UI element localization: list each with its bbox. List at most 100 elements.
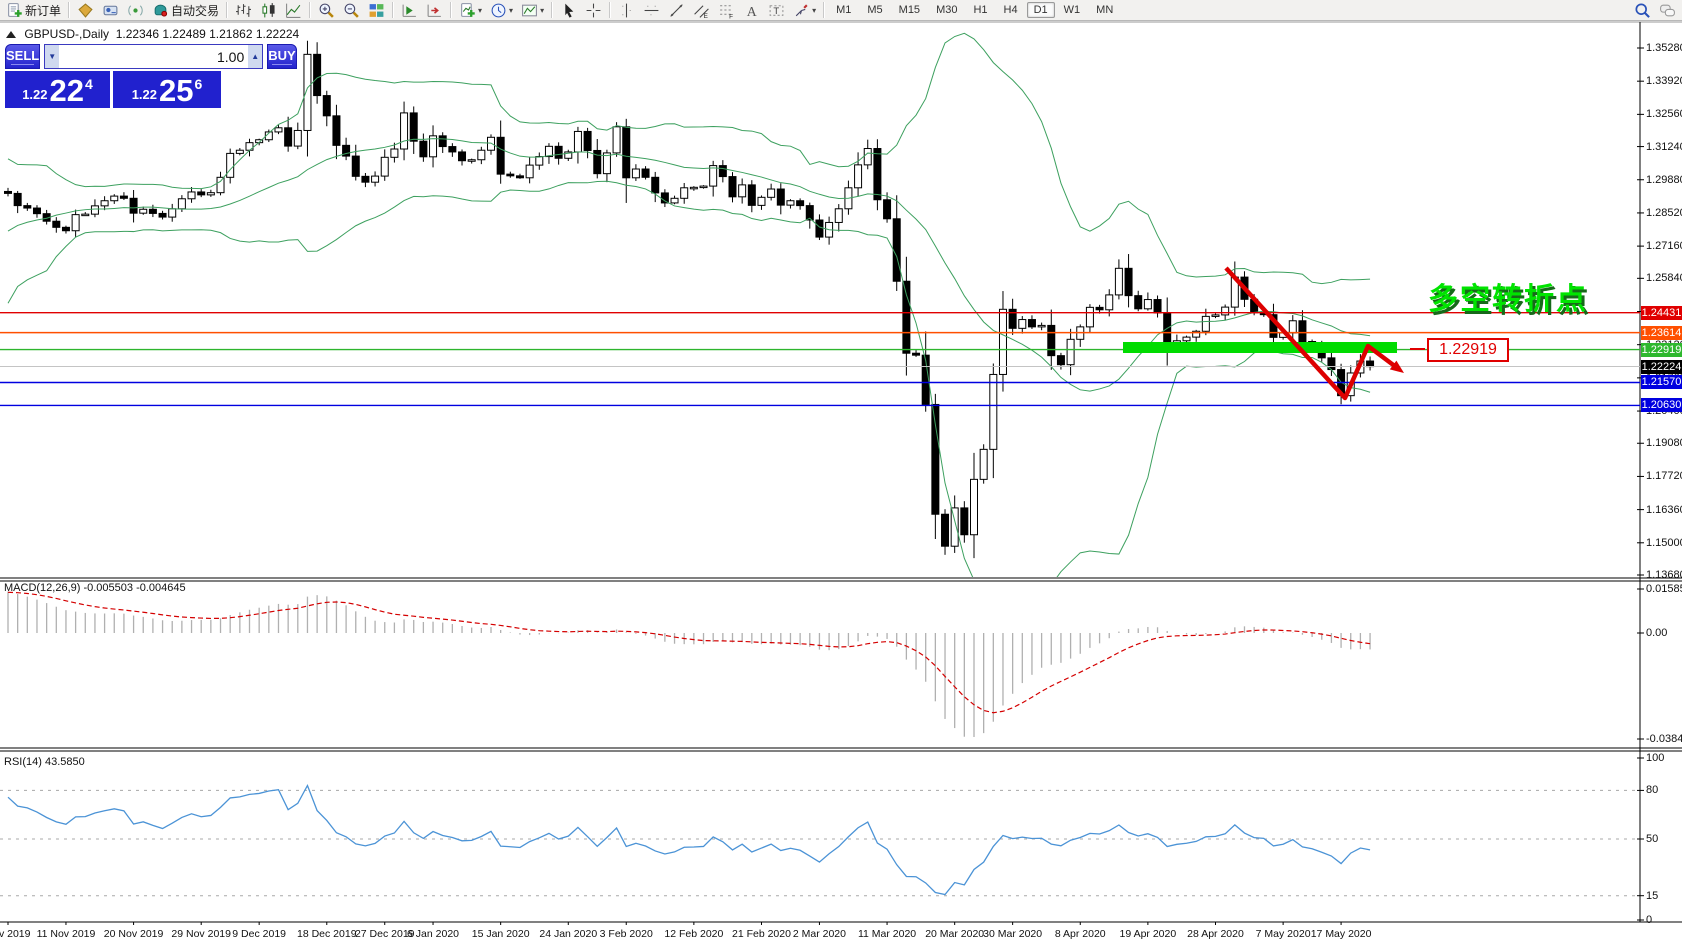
- svg-text:E: E: [704, 12, 708, 18]
- auto-scroll-button[interactable]: [397, 0, 422, 21]
- timeframe-button-m1[interactable]: M1: [829, 2, 858, 18]
- macd-axis-label: 0.015858: [1646, 583, 1682, 595]
- timeframe-button-w1[interactable]: W1: [1057, 2, 1088, 18]
- timeframe-button-m30[interactable]: M30: [929, 2, 964, 18]
- date-tick-label: 2 Mar 2020: [792, 928, 846, 940]
- dropdown-caret-icon[interactable]: ▾: [478, 6, 482, 15]
- bar-chart-button[interactable]: [231, 0, 256, 21]
- new-order-button-label: 新订单: [25, 3, 62, 18]
- cursor-button[interactable]: [556, 0, 581, 21]
- vertical-line-button[interactable]: [614, 0, 639, 21]
- zoom-in-button[interactable]: [314, 0, 339, 21]
- text-icon: A: [743, 2, 760, 19]
- date-tick-label: 11 Nov 2019: [36, 928, 96, 940]
- tile-windows-icon: [368, 2, 385, 19]
- arrows-button[interactable]: ▾: [789, 0, 820, 21]
- main-price-pane: [4, 32, 1375, 577]
- price-chart-canvas[interactable]: [0, 0, 1682, 945]
- community-button[interactable]: [1655, 0, 1680, 21]
- text-button[interactable]: A: [739, 0, 764, 21]
- line-chart-button[interactable]: [281, 0, 306, 21]
- chart-profile-button[interactable]: ▾: [517, 0, 548, 21]
- line-chart-icon: [285, 2, 302, 19]
- sell-button[interactable]: SELL: [5, 44, 41, 69]
- date-tick-label: 18 Dec 2019: [296, 928, 357, 940]
- autotrading-button-label: 自动交易: [171, 3, 220, 18]
- rsi-axis-label: 15: [1646, 889, 1659, 902]
- toolbar-separator: [309, 2, 312, 18]
- price-tick-label: 1.29880: [1646, 173, 1682, 186]
- date-tick-label: Nov 2019: [0, 928, 31, 940]
- mt4-terminal-window: 新订单 自动交易 ▾ ▾ ▾ E F A T ▾ M1 M5 M15 M30 H1 H4 D1 W1 MN GBPU…: [0, 0, 1682, 945]
- price-tick-label: 1.17720: [1646, 470, 1682, 483]
- buy-price-display[interactable]: 1.22 25 6: [113, 71, 221, 108]
- new-order-button[interactable]: 新订单: [2, 0, 65, 21]
- search-button[interactable]: [1630, 0, 1655, 21]
- dropdown-caret-icon[interactable]: ▾: [509, 6, 513, 15]
- vline-icon: [618, 2, 635, 19]
- collapse-panel-icon[interactable]: [6, 31, 16, 38]
- price-line-label: 1.22224: [1641, 359, 1682, 374]
- date-tick-label: 20 Mar 2020: [925, 928, 985, 940]
- date-tick-label: 8 Apr 2020: [1054, 928, 1106, 940]
- volume-increase-button[interactable]: ▲: [248, 45, 263, 68]
- equidistant-channel-button[interactable]: E: [689, 0, 714, 21]
- toolbar-separator: [392, 2, 395, 18]
- period-selector-button[interactable]: ▾: [486, 0, 517, 21]
- fibonacci-button[interactable]: F: [714, 0, 739, 21]
- buy-button[interactable]: BUY: [267, 44, 297, 69]
- timeframe-button-h4[interactable]: H4: [997, 2, 1025, 18]
- price-tick-label: 1.27160: [1646, 240, 1682, 253]
- toolbar-separator: [450, 2, 453, 18]
- date-tick-label: 28 Apr 2020: [1187, 928, 1244, 940]
- autotrading-button[interactable]: 自动交易: [148, 0, 223, 21]
- terminal-icon: [102, 2, 119, 19]
- trendline-button[interactable]: [664, 0, 689, 21]
- rsi-axis-label: 50: [1646, 833, 1659, 845]
- toolbar-separator: [551, 2, 554, 18]
- dropdown-caret-icon[interactable]: ▾: [812, 6, 816, 15]
- symbol-name: GBPUSD-,Daily: [24, 27, 110, 41]
- date-tick-label: 24 Jan 2020: [539, 928, 598, 940]
- cursor-icon: [560, 2, 577, 19]
- timeframe-button-mn[interactable]: MN: [1089, 2, 1120, 18]
- candlestick-chart-button[interactable]: [256, 0, 281, 21]
- date-tick-label: 27 Dec 2019: [354, 928, 415, 940]
- timeframe-button-m5[interactable]: M5: [860, 2, 889, 18]
- date-tick-label: 6 Jan 2020: [407, 928, 460, 940]
- volume-decrease-button[interactable]: ▼: [45, 45, 60, 68]
- macd-indicator-label: MACD(12,26,9) -0.005503 -0.004645: [4, 582, 186, 594]
- timeframe-button-d1[interactable]: D1: [1026, 2, 1055, 18]
- market-watch-button[interactable]: [73, 0, 98, 21]
- new-chart-button[interactable]: ▾: [455, 0, 486, 21]
- chart-shift-button[interactable]: [422, 0, 447, 21]
- price-tick-label: 1.16360: [1646, 503, 1682, 516]
- fibo-icon: F: [718, 2, 735, 19]
- crosshair-button[interactable]: [581, 0, 606, 21]
- timeframe-button-h1[interactable]: H1: [966, 2, 994, 18]
- timeframe-button-m15[interactable]: M15: [892, 2, 927, 18]
- zoom-out-button[interactable]: [339, 0, 364, 21]
- label-icon: T: [768, 2, 785, 19]
- svg-text:F: F: [729, 13, 733, 19]
- price-tag-dash: [1410, 348, 1425, 350]
- volume-input[interactable]: [59, 45, 249, 68]
- price-line-label: 1.22919: [1641, 342, 1682, 357]
- rsi-pane: [0, 783, 1640, 897]
- tile-windows-button[interactable]: [364, 0, 389, 21]
- zoom-in-icon: [318, 2, 335, 19]
- svg-text:A: A: [747, 3, 757, 18]
- toolbar-separator: [823, 2, 826, 18]
- ohlc-values: 1.22346 1.22489 1.21862 1.22224: [115, 27, 300, 41]
- price-tick-label: 1.28520: [1646, 206, 1682, 219]
- toolbar-separator: [226, 2, 229, 18]
- clock-icon: [490, 2, 507, 19]
- terminal-button[interactable]: [98, 0, 123, 21]
- horizontal-line-button[interactable]: [639, 0, 664, 21]
- doc-plus-icon: [6, 2, 23, 19]
- dropdown-caret-icon[interactable]: ▾: [540, 6, 544, 15]
- strategy-tester-button[interactable]: [123, 0, 148, 21]
- price-level-tag: 1.22919: [1427, 338, 1509, 362]
- sell-price-display[interactable]: 1.22 22 4: [5, 71, 110, 108]
- text-label-button[interactable]: T: [764, 0, 789, 21]
